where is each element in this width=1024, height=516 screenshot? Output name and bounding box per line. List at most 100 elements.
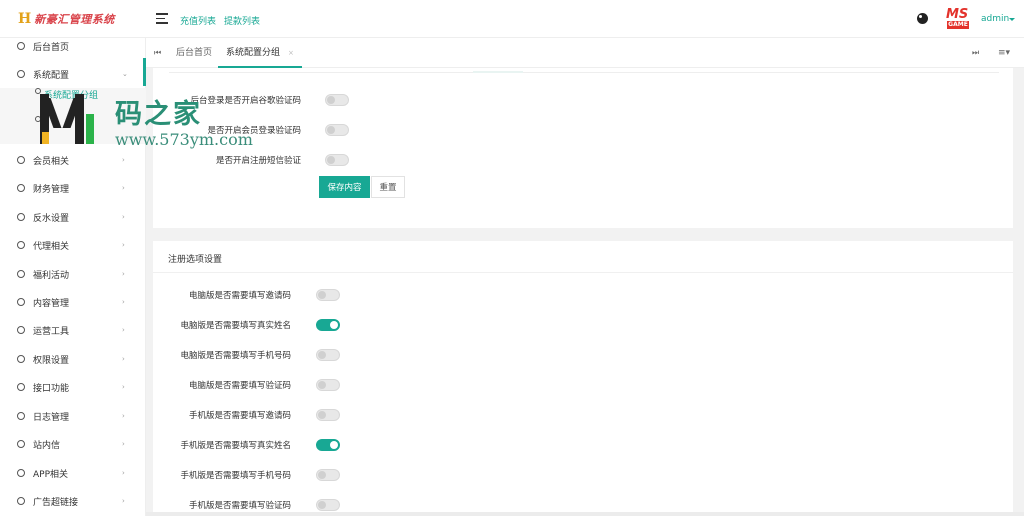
chevron-down-icon: ⌄ (122, 70, 128, 78)
toggle-switch[interactable] (316, 409, 340, 421)
sidebar-item-label: 日志管理 (33, 412, 70, 423)
toggle-switch[interactable] (316, 379, 340, 391)
chevron-right-icon: › (122, 298, 125, 306)
sidebar-item[interactable]: 代理相关 › (0, 231, 146, 259)
palette-icon[interactable] (917, 13, 928, 24)
sidebar-item[interactable]: 财务管理 › (0, 174, 146, 202)
sidebar-item-label: 系统配置 (33, 70, 70, 81)
save-button[interactable]: 保存内容 (319, 176, 370, 198)
toggle-switch[interactable] (325, 154, 349, 166)
chevron-right-icon: › (122, 383, 125, 391)
watermark-text: 码之家 (115, 99, 202, 130)
sidebar-item[interactable]: 系统配置 ⌄ (0, 60, 146, 88)
toggle-knob (318, 291, 326, 299)
sidebar-item[interactable]: 内容管理 › (0, 288, 146, 316)
sidebar-item[interactable]: 运营工具 › (0, 316, 146, 344)
tab-system-config-group[interactable]: 系统配置分组 × (218, 38, 302, 68)
form-row: 电脑版是否需要填写手机号码 (153, 345, 553, 365)
tab-label: 系统配置分组 (226, 48, 281, 58)
setting-label: 手机版是否需要填写邀请码 (188, 411, 291, 421)
toggle-knob (318, 381, 326, 389)
form-row: 是否开启注册短信验证 (153, 150, 553, 170)
toggle-switch[interactable] (316, 439, 340, 451)
user-menu[interactable]: admin (981, 14, 1009, 24)
tab-scroll-right-icon[interactable]: ⏭ (972, 48, 979, 58)
setting-label: 手机版是否需要填写手机号码 (180, 471, 291, 481)
toggle-switch[interactable] (325, 124, 349, 136)
menu-circle-icon (17, 213, 25, 221)
toggle-knob (330, 321, 338, 329)
toggle-knob (318, 501, 326, 509)
horizontal-scrollbar[interactable] (146, 512, 1024, 516)
setting-label: 电脑版是否需要填写手机号码 (180, 351, 291, 361)
verification-settings-panel: 后台登录是否开启谷歌验证码 是否开启会员登录验证码 是否开启注册短信验证 保存内容 … (153, 68, 1013, 228)
sidebar-item[interactable]: 权限设置 › (0, 345, 146, 373)
sidebar-item-label: 代理相关 (33, 241, 70, 252)
chevron-right-icon: › (122, 156, 125, 164)
toggle-knob (318, 351, 326, 359)
setting-label: 电脑版是否需要填写邀请码 (188, 291, 291, 301)
tab-home[interactable]: 后台首页 (176, 38, 212, 68)
chevron-right-icon: › (122, 412, 125, 420)
chevron-right-icon: › (122, 355, 125, 363)
sidebar-item-label: 接口功能 (33, 383, 70, 394)
toggle-switch[interactable] (316, 349, 340, 361)
recharge-list-link[interactable]: 充值列表 (180, 14, 216, 27)
sidebar-item[interactable]: 福利活动 › (0, 260, 146, 288)
top-header: H 新豪汇管理系统 充值列表 提款列表 MS GAME admin (0, 0, 1024, 38)
chevron-right-icon: › (122, 469, 125, 477)
tab-scroll-left-icon[interactable]: ⏮ (154, 48, 161, 58)
chevron-right-icon: › (122, 241, 125, 249)
menu-circle-icon (17, 70, 25, 78)
toggle-knob (318, 411, 326, 419)
form-row: 手机版是否需要填写邀请码 (153, 405, 553, 425)
menu-circle-icon (17, 270, 25, 278)
sidebar-item[interactable]: 站内信 › (0, 430, 146, 458)
sidebar-item[interactable]: 接口功能 › (0, 373, 146, 401)
withdraw-list-link[interactable]: 提款列表 (224, 14, 260, 27)
toggle-switch[interactable] (325, 94, 349, 106)
avatar[interactable]: MS GAME (944, 7, 972, 31)
chevron-down-icon[interactable] (1009, 18, 1015, 21)
toggle-knob (327, 126, 335, 134)
form-row: 手机版是否需要填写真实姓名 (153, 435, 553, 455)
menu-circle-icon (17, 440, 25, 448)
divider-accent (473, 71, 523, 73)
toggle-knob (327, 96, 335, 104)
sidebar-item-label: APP相关 (33, 469, 69, 480)
sidebar-item[interactable]: APP相关 › (0, 459, 146, 487)
menu-toggle-icon[interactable] (156, 13, 168, 24)
form-row: 电脑版是否需要填写真实姓名 (153, 315, 553, 335)
toggle-switch[interactable] (316, 289, 340, 301)
menu-circle-icon (17, 298, 25, 306)
sidebar-item-label: 财务管理 (33, 184, 70, 195)
reset-button[interactable]: 重置 (371, 176, 405, 198)
divider (169, 72, 999, 73)
toggle-switch[interactable] (316, 499, 340, 511)
menu-circle-icon (17, 355, 25, 363)
tab-options-icon[interactable]: ≡▾ (998, 48, 1010, 58)
setting-label: 是否开启注册短信验证 (215, 156, 301, 166)
logo-mark: H (18, 11, 32, 27)
menu-circle-icon (17, 412, 25, 420)
sidebar-item[interactable]: 日志管理 › (0, 402, 146, 430)
sidebar-item[interactable]: 后台首页 (0, 32, 146, 60)
avatar-ms-text: MS (946, 7, 969, 22)
chevron-right-icon: › (122, 326, 125, 334)
sidebar-item-label: 广告超链接 (33, 497, 79, 508)
toggle-switch[interactable] (316, 319, 340, 331)
menu-circle-icon (17, 497, 25, 505)
toggle-switch[interactable] (316, 469, 340, 481)
close-icon[interactable]: × (288, 49, 294, 57)
form-row: 电脑版是否需要填写验证码 (153, 375, 553, 395)
sidebar-item-label: 福利活动 (33, 270, 70, 281)
sidebar-item-label: 后台首页 (33, 42, 70, 53)
chevron-right-icon: › (122, 184, 125, 192)
watermark-logo-icon (40, 94, 94, 144)
setting-label: 手机版是否需要填写验证码 (188, 501, 291, 511)
menu-circle-icon (17, 42, 25, 50)
toggle-knob (318, 471, 326, 479)
sidebar-item[interactable]: 广告超链接 › (0, 487, 146, 515)
sidebar-item[interactable]: 反水设置 › (0, 203, 146, 231)
avatar-game-text: GAME (947, 21, 969, 29)
